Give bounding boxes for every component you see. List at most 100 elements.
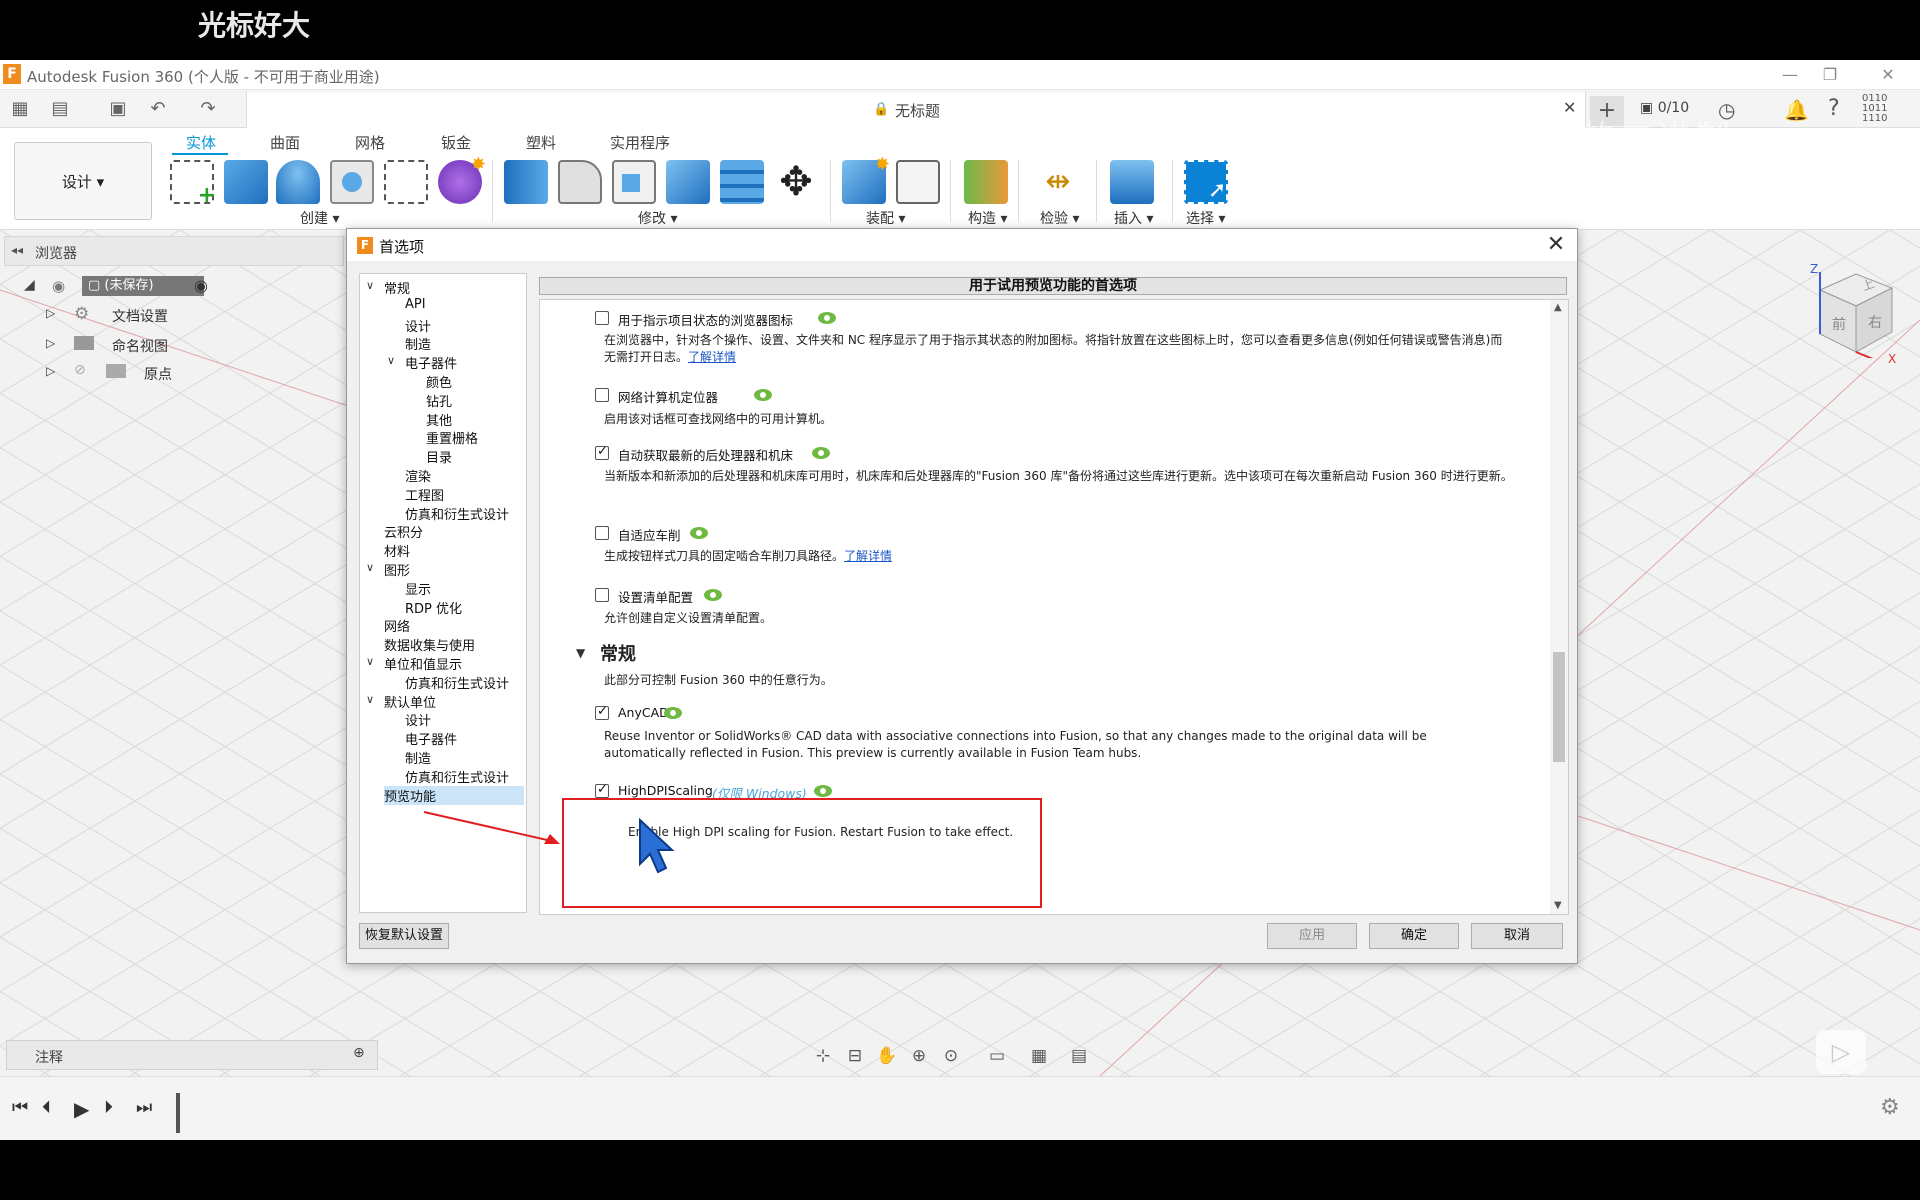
tree-item[interactable]: 工程图 <box>405 485 444 504</box>
viewcube[interactable]: 上 前 右 X Z <box>1800 262 1896 367</box>
restore-defaults-button[interactable]: 恢复默认设置 <box>359 923 449 949</box>
shell-icon[interactable] <box>612 160 656 204</box>
eye-icon[interactable] <box>818 312 836 324</box>
ok-button[interactable]: 确定 <box>1369 923 1459 949</box>
timeline-marker[interactable] <box>176 1093 180 1133</box>
grid-settings-icon[interactable]: ▦ <box>1026 1046 1052 1068</box>
tree-expand-icon[interactable]: ∨ <box>366 693 374 706</box>
tab-plastic[interactable]: 塑料 <box>526 132 556 153</box>
select-icon[interactable]: ➚ <box>1184 160 1228 204</box>
content-scrollbar[interactable]: ▲ ▼ <box>1550 300 1568 914</box>
tree-item[interactable]: 颜色 <box>426 372 452 391</box>
measure-icon[interactable]: ⇹ <box>1036 160 1080 204</box>
extrude-icon[interactable] <box>224 160 268 204</box>
option-checkbox[interactable] <box>595 444 609 460</box>
new-component-icon[interactable]: ✸ <box>842 154 890 204</box>
undo-icon[interactable]: ↶ <box>146 97 170 121</box>
eye-icon[interactable]: ◉ <box>52 277 65 295</box>
play-overlay-icon[interactable]: ▷ <box>1816 1030 1866 1074</box>
radio-icon[interactable]: ◉ <box>194 276 208 295</box>
tree-item[interactable]: 钻孔 <box>426 391 452 410</box>
tree-item[interactable]: 图形 <box>384 560 410 579</box>
browser-item-doc-settings[interactable]: ▷ ⚙ 文档设置 <box>46 302 206 328</box>
highdpi-checkbox[interactable] <box>595 782 609 798</box>
option-checkbox[interactable] <box>595 388 609 402</box>
tree-item[interactable]: 数据收集与使用 <box>384 635 475 654</box>
group-modify-label[interactable]: 修改 ▾ <box>638 208 677 228</box>
tree-item[interactable]: 制造 <box>405 334 431 353</box>
eye-icon[interactable] <box>704 589 722 601</box>
scroll-down-icon[interactable]: ▼ <box>1554 900 1562 911</box>
go-start-icon[interactable]: ⏮ <box>12 1097 28 1118</box>
group-select-label[interactable]: 选择 ▾ <box>1186 208 1225 228</box>
tree-item[interactable]: 单位和值显示 <box>384 654 462 673</box>
collapse-icon[interactable]: ◂◂ <box>11 243 23 257</box>
step-back-icon[interactable]: ⏴ <box>42 1097 51 1118</box>
bell-icon[interactable]: 🔔 <box>1784 98 1809 122</box>
dialog-close-icon[interactable]: ✕ <box>1541 231 1571 259</box>
insert-image-icon[interactable] <box>1110 160 1154 204</box>
tree-expand-icon[interactable]: ∨ <box>366 279 374 292</box>
orbit-icon[interactable]: ⊹ <box>810 1046 836 1068</box>
maximize-icon[interactable]: ❐ <box>1800 60 1860 90</box>
tree-item[interactable]: 仿真和衍生式设计 <box>405 504 509 523</box>
look-at-icon[interactable]: ⊟ <box>842 1046 868 1068</box>
tree-item[interactable]: API <box>405 297 426 312</box>
tree-item[interactable]: RDP 优化 <box>405 598 462 617</box>
browser-root[interactable]: ◢ ◉ ▢ (未保存) ◉ <box>24 274 214 300</box>
zoom-icon[interactable]: ⊕ <box>906 1046 932 1068</box>
redo-icon[interactable]: ↷ <box>196 97 220 121</box>
eye-icon[interactable] <box>664 707 682 719</box>
tree-expand-icon[interactable]: ∨ <box>366 655 374 668</box>
press-pull-icon[interactable] <box>504 160 548 204</box>
tab-mesh[interactable]: 网格 <box>355 132 385 153</box>
scroll-thumb[interactable] <box>1553 652 1565 762</box>
file-icon[interactable]: ▤ <box>48 97 72 121</box>
timeline-settings-icon[interactable]: ⚙ <box>1880 1095 1900 1120</box>
tree-item[interactable]: 制造 <box>405 748 431 767</box>
tree-item[interactable]: 默认单位 <box>384 692 436 711</box>
step-forward-icon[interactable]: ⏵ <box>104 1097 113 1118</box>
tree-item[interactable]: 仿真和衍生式设计 <box>405 767 509 786</box>
tab-solid[interactable]: 实体 <box>186 132 216 153</box>
tree-item[interactable]: 预览功能 <box>384 785 524 805</box>
offset-plane-icon[interactable] <box>964 160 1008 204</box>
option-checkbox[interactable] <box>595 311 609 325</box>
pattern-icon[interactable] <box>384 160 428 204</box>
learn-more-link[interactable]: 了解详情 <box>688 350 736 364</box>
tree-item[interactable]: 电子器件 <box>405 729 457 748</box>
tree-expand-icon[interactable]: ∨ <box>366 561 374 574</box>
go-end-icon[interactable]: ⏭ <box>136 1097 152 1118</box>
eye-icon[interactable] <box>814 785 832 797</box>
tree-item[interactable]: 设计 <box>405 316 431 335</box>
tab-sheetmetal[interactable]: 钣金 <box>441 132 471 153</box>
scroll-up-icon[interactable]: ▲ <box>1554 302 1562 313</box>
tree-item[interactable]: 渲染 <box>405 466 431 485</box>
tree-item[interactable]: 显示 <box>405 579 431 598</box>
option-checkbox[interactable] <box>595 588 609 602</box>
browser-panel-header[interactable]: ◂◂ 浏览器 <box>4 236 344 266</box>
grid-menu-icon[interactable]: ▦ <box>8 97 32 121</box>
tree-item[interactable]: 重置栅格 <box>426 428 478 447</box>
browser-item-named-views[interactable]: ▷ 命名视图 <box>46 332 206 358</box>
tree-item[interactable]: 设计 <box>405 710 431 729</box>
eye-icon[interactable] <box>690 527 708 539</box>
tab-utilities[interactable]: 实用程序 <box>610 132 670 153</box>
tree-item[interactable]: 目录 <box>426 447 452 466</box>
viewports-icon[interactable]: ▤ <box>1066 1046 1092 1068</box>
group-assemble-label[interactable]: 装配 ▾ <box>866 208 905 228</box>
workspace-switcher[interactable]: 设计 ▾ <box>14 142 152 220</box>
tree-expand-icon[interactable]: ∨ <box>387 354 395 367</box>
group-create-label[interactable]: 创建 ▾ <box>300 208 339 228</box>
cancel-button[interactable]: 取消 <box>1471 923 1563 949</box>
tree-item[interactable]: 网络 <box>384 616 410 635</box>
help-icon[interactable]: ? <box>1828 96 1840 121</box>
joint-icon[interactable] <box>896 160 940 204</box>
root-component[interactable]: ▢ (未保存) <box>82 276 204 296</box>
tree-item[interactable]: 电子器件 <box>405 353 457 372</box>
document-tab[interactable]: 🔒 无标题 ✕ <box>246 92 1586 128</box>
comments-panel[interactable]: 注释 ⊕ <box>6 1040 378 1070</box>
tab-surface[interactable]: 曲面 <box>270 132 300 153</box>
section-collapse-icon[interactable]: ▼ <box>576 646 585 660</box>
group-insert-label[interactable]: 插入 ▾ <box>1114 208 1153 228</box>
